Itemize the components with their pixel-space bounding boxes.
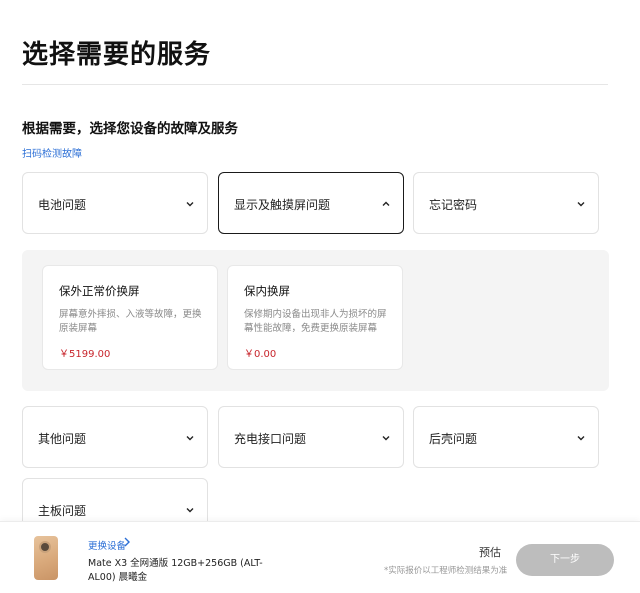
service-description: 屏幕意外摔损、入液等故障，更换原装屏幕 xyxy=(59,309,202,334)
change-device-link[interactable]: 更换设备 xyxy=(88,538,126,552)
category-label: 充电接口问题 xyxy=(234,432,307,446)
category-forgot-password[interactable]: 忘记密码 xyxy=(413,172,599,234)
next-step-button[interactable]: 下一步 xyxy=(516,544,614,576)
service-name: 保外正常价换屏 xyxy=(59,284,140,298)
estimate-note: *实际报价以工程师检测结果为准 xyxy=(384,566,508,576)
scan-detect-link[interactable]: 扫码检测故障 xyxy=(22,145,82,160)
service-description: 保修期内设备出现非人为损坏的屏幕性能故障，免费更换原装屏幕 xyxy=(244,309,387,334)
page-title: 选择需要的服务 xyxy=(22,40,212,70)
bottom-bar: 更换设备 Mate X3 全网通版 12GB+256GB (ALT-AL00) … xyxy=(0,521,640,593)
service-option-in-warranty[interactable]: 保内换屏 保修期内设备出现非人为损坏的屏幕性能故障，免费更换原装屏幕 ￥0.00 xyxy=(227,265,403,370)
category-label: 后壳问题 xyxy=(429,432,478,446)
category-charging-port[interactable]: 充电接口问题 xyxy=(218,406,404,468)
category-label: 主板问题 xyxy=(38,504,87,518)
service-options-panel: 保外正常价换屏 屏幕意外摔损、入液等故障，更换原装屏幕 ￥5199.00 保内换… xyxy=(22,250,609,391)
chevron-up-icon xyxy=(382,201,390,206)
category-battery[interactable]: 电池问题 xyxy=(22,172,208,234)
category-display-touch[interactable]: 显示及触摸屏问题 xyxy=(218,172,404,234)
chevron-right-icon[interactable] xyxy=(123,536,131,548)
device-thumbnail xyxy=(34,536,58,580)
category-label: 忘记密码 xyxy=(429,198,478,212)
service-name: 保内换屏 xyxy=(244,284,290,298)
device-name: Mate X3 全网通版 12GB+256GB (ALT-AL00) 晨曦金 xyxy=(88,558,263,583)
category-label: 电池问题 xyxy=(38,198,87,212)
chevron-down-icon xyxy=(577,202,585,207)
service-price: ￥5199.00 xyxy=(59,349,111,360)
chevron-down-icon xyxy=(186,508,194,513)
section-subtitle: 根据需要，选择您设备的故障及服务 xyxy=(22,121,238,137)
category-label: 其他问题 xyxy=(38,432,87,446)
estimate-label: 预估 xyxy=(479,546,501,559)
category-back-cover[interactable]: 后壳问题 xyxy=(413,406,599,468)
service-price: ￥0.00 xyxy=(244,349,277,360)
title-divider xyxy=(22,84,608,85)
chevron-down-icon xyxy=(577,436,585,441)
chevron-down-icon xyxy=(186,202,194,207)
chevron-down-icon xyxy=(382,436,390,441)
camera-module-icon xyxy=(39,541,51,553)
category-other[interactable]: 其他问题 xyxy=(22,406,208,468)
category-label: 显示及触摸屏问题 xyxy=(234,198,331,212)
chevron-down-icon xyxy=(186,436,194,441)
service-option-out-of-warranty[interactable]: 保外正常价换屏 屏幕意外摔损、入液等故障，更换原装屏幕 ￥5199.00 xyxy=(42,265,218,370)
